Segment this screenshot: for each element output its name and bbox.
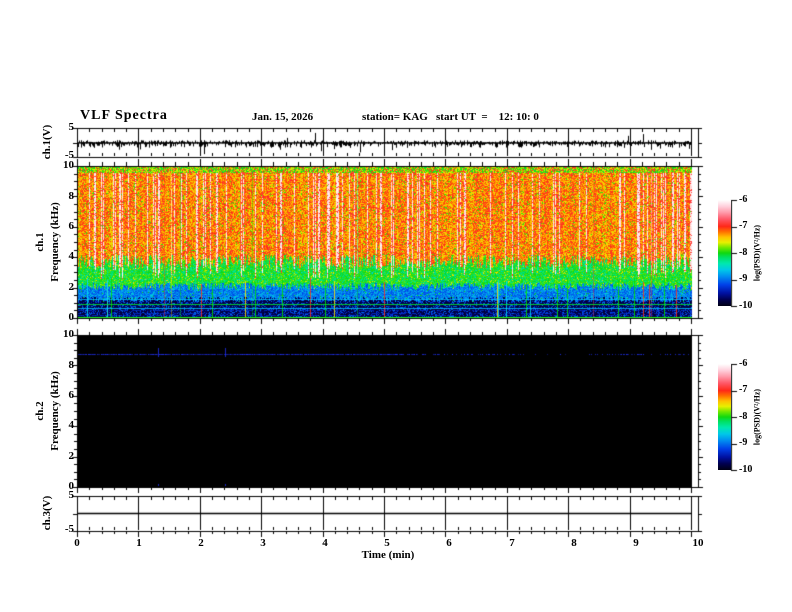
- xtick-2: 2: [198, 537, 204, 549]
- ch2-spec-freq-axis-label: Frequency (kHz): [49, 371, 61, 451]
- xtick-8: 8: [571, 537, 577, 549]
- cb1-tick: -7: [739, 220, 748, 231]
- ch1-spec-ytick: 4: [68, 250, 75, 262]
- ch2-spec-ytick: 10: [63, 328, 74, 340]
- cb2-tick: -10: [739, 464, 753, 475]
- ch1-spec-channel-label: ch.1: [34, 232, 46, 252]
- ch2-spec-ytick: 8: [68, 359, 75, 371]
- cb1-tick: -9: [739, 273, 748, 284]
- ch1-volt-ytick: 5: [68, 121, 75, 133]
- cb1-tick: -10: [739, 300, 753, 311]
- plot-title: VLF Spectra: [80, 108, 168, 123]
- cb2-tick: -7: [739, 384, 748, 395]
- xtick-0: 0: [74, 537, 80, 549]
- ch1-spec-freq-axis-label: Frequency (kHz): [49, 202, 61, 282]
- ch2-spec-channel-label: ch.2: [34, 401, 46, 421]
- ch3-volt-ytick: -5: [64, 523, 74, 535]
- ch1-spec-ytick: 8: [68, 190, 75, 202]
- xtick-3: 3: [260, 537, 266, 549]
- ch2-spec-ytick: 6: [68, 389, 75, 401]
- cb1-axis-label: log(PSD)(V²/Hz): [752, 224, 762, 282]
- start-ut-label: start UT = 12: 10: 0: [436, 111, 539, 123]
- cb2-tick: -6: [739, 358, 748, 369]
- xtick-1: 1: [136, 537, 142, 549]
- cb1-tick: -8: [739, 247, 748, 258]
- ch1-spec-ytick: 0: [68, 311, 75, 323]
- cb1-tick: -6: [739, 194, 748, 205]
- xtick-7: 7: [509, 537, 515, 549]
- date-label: Jan. 15, 2026: [252, 111, 314, 123]
- ch1-spec-ytick: 2: [68, 281, 75, 293]
- xtick-9: 9: [633, 537, 639, 549]
- colorbar-gradient-ch2: [718, 364, 731, 470]
- cb2-tick: -9: [739, 437, 748, 448]
- xtick-10: 10: [692, 537, 704, 549]
- ch2-spec-ytick: 4: [68, 419, 75, 431]
- cb2-tick: -8: [739, 411, 748, 422]
- cb2-axis-label: log(PSD)(V²/Hz): [752, 388, 762, 446]
- plot-canvas: [0, 0, 792, 612]
- vlf-spectra-plot-page: VLF Spectra Jan. 15, 2026 station= KAG s…: [0, 0, 792, 612]
- ch3-volt-ytick: 5: [68, 489, 75, 501]
- time-axis-label: Time (min): [361, 549, 415, 561]
- ch2-spec-ytick: 2: [68, 450, 75, 462]
- colorbar-gradient-ch1: [718, 200, 731, 306]
- station-label: station= KAG: [362, 111, 428, 123]
- ch1-spec-ytick: 6: [68, 220, 75, 232]
- ch1-spec-ytick: 10: [63, 159, 74, 171]
